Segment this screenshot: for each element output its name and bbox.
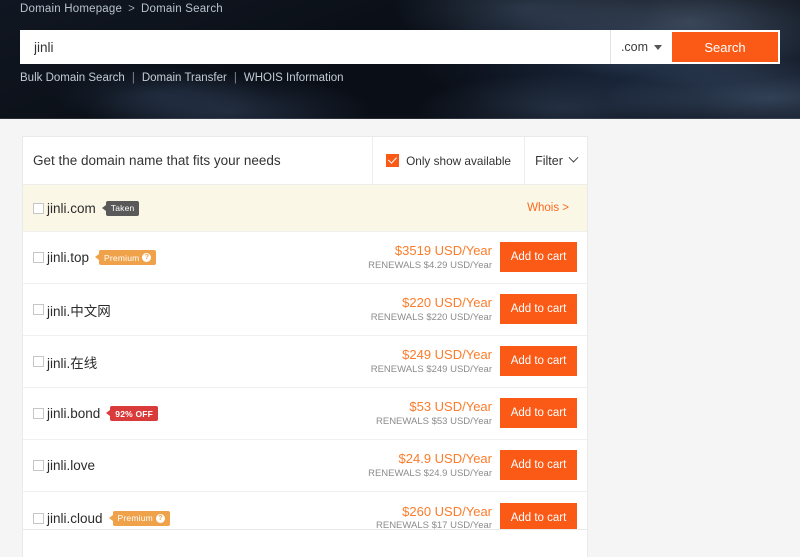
row-domain-cell: jinli.cloud Premium? [33,510,376,526]
domain-name: jinli.love [47,458,96,473]
next-section-panel [22,529,588,557]
badge-label: Premium [104,252,140,263]
price-renewal: RENEWALS $249 USD/Year [370,363,492,375]
quicklink-separator-1: | [131,72,135,84]
row-select-checkbox[interactable] [33,460,44,471]
row-action-cell: $24.9 USD/Year RENEWALS $24.9 USD/Year Add… [368,450,577,481]
only-show-available-toggle[interactable]: Only show available [372,137,524,184]
tld-select[interactable]: .com [610,30,672,64]
add-to-cart-button[interactable]: Add to cart [500,398,577,429]
price-current: $249 USD/Year [402,347,492,363]
only-show-available-label: Only show available [406,153,511,168]
table-row: jinli.top Premium? $3519 USD/Year RENEWALS … [23,232,587,284]
badge-taken: Taken [101,200,140,216]
quicklink-separator-2: | [233,72,237,84]
domain-name: jinli.bond [47,406,101,421]
add-to-cart-button[interactable]: Add to cart [500,450,577,481]
chevron-down-icon [568,152,579,163]
help-icon[interactable]: ? [142,253,152,262]
row-domain-cell: jinli.在线 [33,352,371,372]
quicklink-whois-information[interactable]: WHOIS Information [244,72,344,84]
table-row: jinli.com Taken Whois > [23,185,587,232]
badge-off: 92% OFF [106,406,159,421]
row-domain-cell: jinli.bond 92% OFF [33,406,376,421]
domain-name: jinli.中文网 [47,303,111,319]
row-domain-cell: jinli.top Premium? [33,250,368,265]
breadcrumb-link-home[interactable]: Domain Homepage [20,3,122,15]
help-icon[interactable]: ? [155,513,165,523]
row-select-checkbox[interactable] [33,202,44,214]
badge-label: Taken [110,203,135,213]
row-action-cell: $3519 USD/Year RENEWALS $4.29 USD/Year Add… [368,242,577,273]
row-action-cell: $249 USD/Year RENEWALS $249 USD/Year Add t… [371,346,577,377]
row-action-cell: $220 USD/Year RENEWALS $220 USD/Year Add t… [371,294,577,325]
price-current: $3519 USD/Year [394,243,492,259]
domain-results-panel: Get the domain name that fits your needs… [22,136,588,545]
add-to-cart-button[interactable]: Add to cart [500,242,577,273]
domain-name: jinli.com [47,200,96,216]
row-domain-cell: jinli.com Taken [33,200,527,216]
quicklink-bulk-domain-search[interactable]: Bulk Domain Search [20,72,125,84]
search-input[interactable] [20,30,610,64]
domain-result-list: jinli.com Taken Whois > jinli.top Premium? $3… [23,185,587,544]
add-to-cart-button[interactable]: Add to cart [500,346,577,377]
quicklink-domain-transfer[interactable]: Domain Transfer [142,72,227,84]
table-row: jinli.在线 $249 USD/Year RENEWALS $249 USD/Y… [23,336,587,388]
badge-label: Premium [117,513,153,523]
domain-search-bar: .com Search [20,30,780,64]
row-select-checkbox[interactable] [33,408,44,419]
price-block: $249 USD/Year RENEWALS $249 USD/Year [371,346,492,376]
price-current: $260 USD/Year [402,503,492,519]
row-domain-cell: jinli.love [33,458,368,473]
price-current: $53 USD/Year [409,399,492,415]
price-block: $53 USD/Year RENEWALS $53 USD/Year [376,398,492,428]
row-select-checkbox[interactable] [33,356,44,367]
price-renewal: RENEWALS $53 USD/Year [376,415,492,427]
table-row: jinli.bond 92% OFF $53 USD/Year RENEWALS $5… [23,388,587,440]
only-show-available-checkbox[interactable] [386,154,400,167]
domain-name: jinli.在线 [47,355,98,371]
price-block: $220 USD/Year RENEWALS $220 USD/Year [371,294,492,324]
row-select-checkbox[interactable] [33,512,44,524]
domain-name: jinli.top [47,250,90,265]
table-row: jinli.love $24.9 USD/Year RENEWALS $24.9 U… [23,440,587,492]
row-select-checkbox[interactable] [33,304,44,315]
breadcrumb-separator: > [128,3,136,15]
page-title: Get the domain name that fits your needs [33,153,281,168]
breadcrumb: Domain Homepage > Domain Search [20,3,223,15]
row-action-cell: $53 USD/Year RENEWALS $53 USD/Year Add to … [376,398,577,429]
results-toolbar: Get the domain name that fits your needs… [23,137,587,185]
price-current: $24.9 USD/Year [398,451,492,467]
filter-dropdown[interactable]: Filter [524,137,587,184]
chevron-down-icon [654,44,663,50]
badge-label: 92% OFF [115,408,154,419]
price-renewal: RENEWALS $4.29 USD/Year [368,259,492,271]
page-body: Get the domain name that fits your needs… [0,119,800,557]
whois-link[interactable]: Whois > [527,202,569,214]
price-renewal: RENEWALS $24.9 USD/Year [368,467,492,479]
header-quicklinks: Bulk Domain Search | Domain Transfer | WHOIS… [20,72,344,84]
tld-select-value: .com [620,40,649,54]
filter-label: Filter [535,153,563,168]
site-header: Domain Homepage > Domain Search .com Searc… [0,0,800,119]
row-domain-cell: jinli.中文网 [33,300,371,320]
price-block: $3519 USD/Year RENEWALS $4.29 USD/Year [368,242,492,272]
domain-name: jinli.cloud [47,510,103,526]
search-button[interactable]: Search [672,32,778,62]
price-current: $220 USD/Year [402,295,492,311]
row-action-cell: Whois > [527,202,577,214]
add-to-cart-button[interactable]: Add to cart [500,294,577,325]
badge-premium: Premium? [108,510,170,526]
table-row: jinli.中文网 $220 USD/Year RENEWALS $220 USD/… [23,284,587,336]
breadcrumb-current: Domain Search [141,3,223,15]
price-block: $24.9 USD/Year RENEWALS $24.9 USD/Year [368,450,492,480]
row-select-checkbox[interactable] [33,252,44,263]
price-renewal: RENEWALS $220 USD/Year [370,311,492,323]
badge-premium: Premium? [95,250,157,265]
